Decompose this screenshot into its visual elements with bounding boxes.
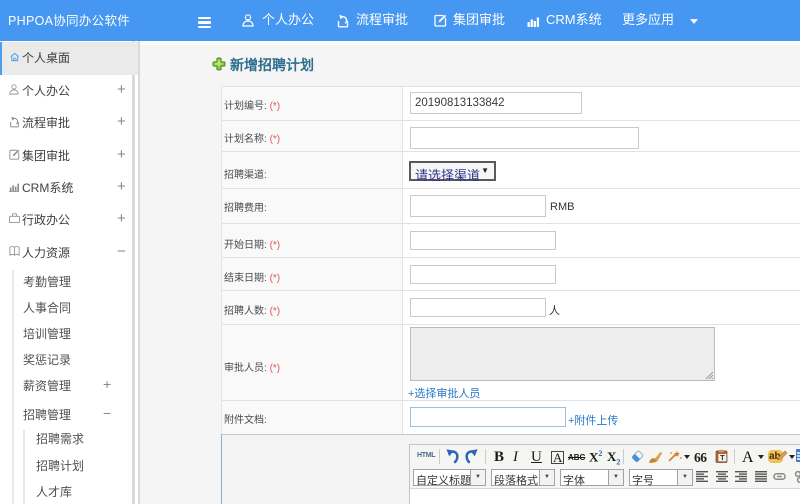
svg-text:T: T <box>720 453 725 462</box>
